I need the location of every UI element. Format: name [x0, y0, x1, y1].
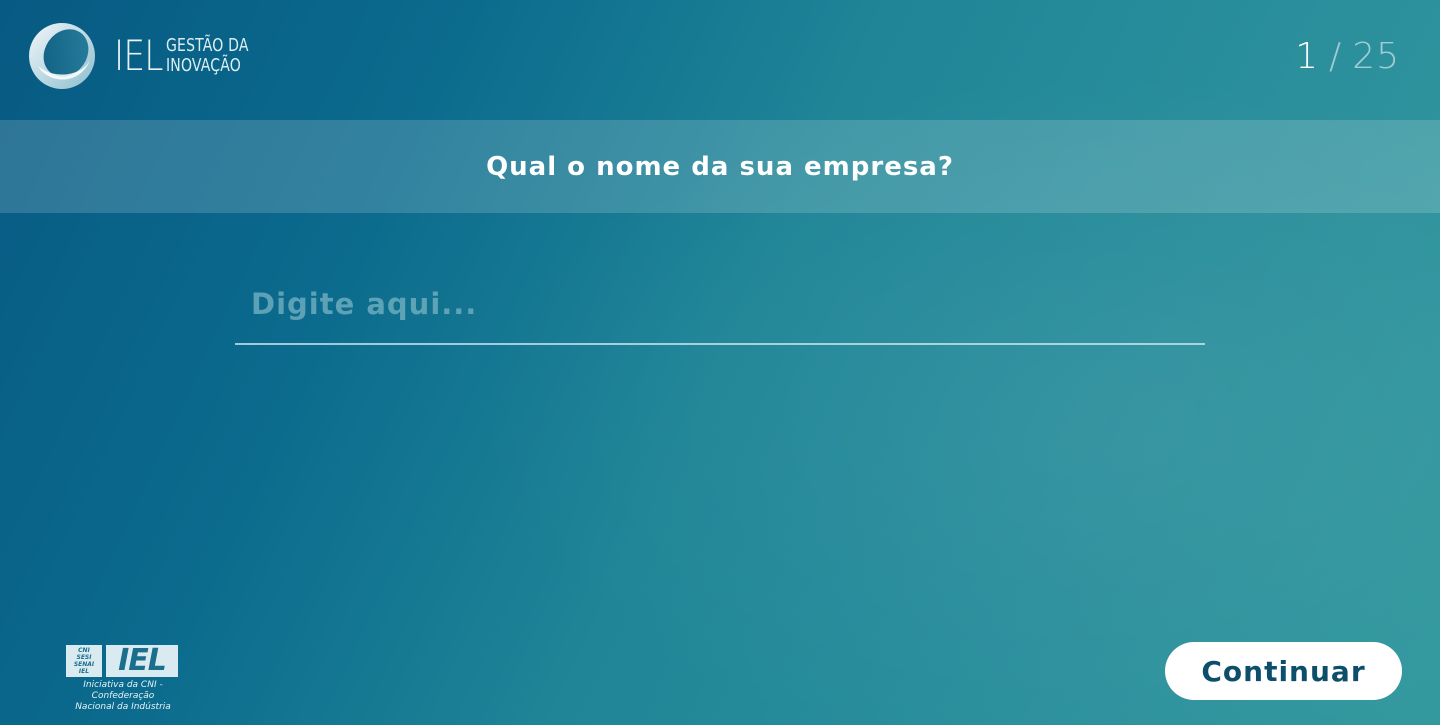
- footer-logo-mark: CNI SESI SENAI IEL IEL: [66, 645, 194, 677]
- counter-total: 25: [1352, 36, 1400, 77]
- answer-field: [235, 275, 1205, 345]
- footer-caption: Iniciativa da CNI - Confederação Naciona…: [52, 680, 194, 713]
- company-name-input[interactable]: [235, 275, 1205, 333]
- counter-current: 1: [1295, 36, 1320, 77]
- iel-circle-logo-icon: [29, 23, 95, 89]
- brand-subtitle-line1: GESTÃO DA: [166, 35, 249, 56]
- brand-name: IEL: [114, 31, 163, 80]
- system-logo-line: CNI: [78, 647, 90, 654]
- continue-button[interactable]: Continuar: [1165, 642, 1402, 700]
- brand-subtitle: GESTÃO DA INOVAÇÃO: [166, 36, 249, 76]
- iel-logo-text: IEL: [118, 645, 167, 677]
- question-bar: Qual o nome da sua empresa?: [0, 120, 1440, 213]
- system-logo-line: SENAI: [73, 661, 95, 668]
- footer-caption-line2: Nacional da Indústria: [75, 702, 171, 712]
- question-counter: 1/25: [1295, 36, 1400, 77]
- iel-logo-box: IEL: [106, 645, 178, 677]
- question-text: Qual o nome da sua empresa?: [486, 151, 954, 182]
- footer-iel-logo: CNI SESI SENAI IEL IEL Iniciativa da CNI…: [52, 645, 194, 713]
- brand-logo: IEL GESTÃO DA INOVAÇÃO: [28, 22, 272, 90]
- system-logo-line: SESI: [76, 654, 92, 661]
- background-glow: [0, 0, 1440, 725]
- system-logo-line: IEL: [78, 668, 90, 675]
- counter-separator: /: [1329, 36, 1343, 77]
- footer-caption-line1: Iniciativa da CNI - Confederação: [83, 680, 163, 701]
- system-logo-box: CNI SESI SENAI IEL: [66, 645, 102, 677]
- brand-subtitle-line2: INOVAÇÃO: [166, 55, 241, 76]
